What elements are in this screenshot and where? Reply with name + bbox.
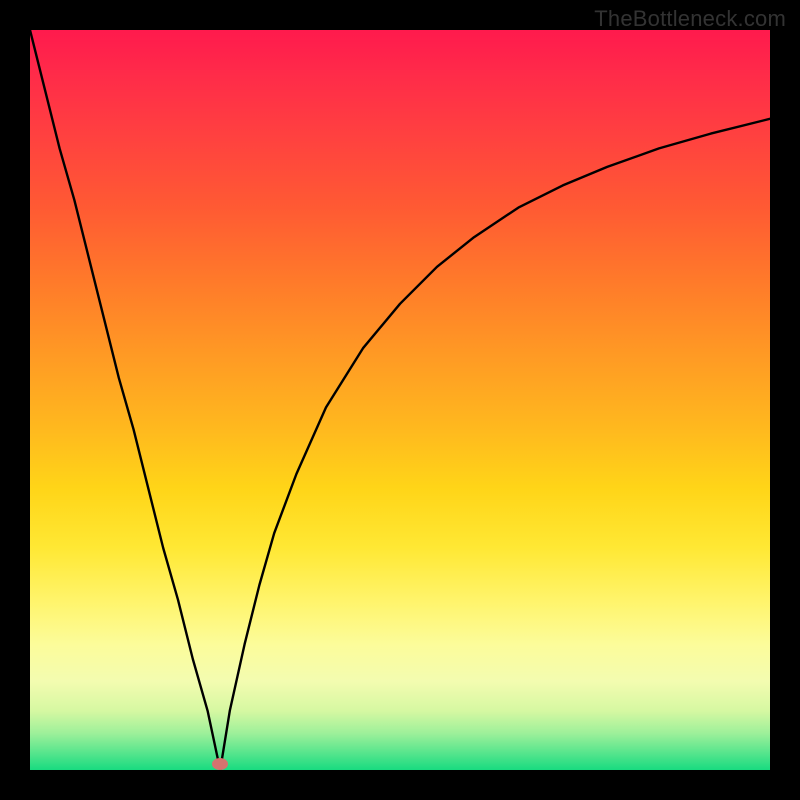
chart-stage: TheBottleneck.com — [0, 0, 800, 800]
curve-right-branch — [220, 119, 770, 770]
minimum-marker — [212, 758, 228, 770]
curve-svg — [30, 30, 770, 770]
plot-area — [30, 30, 770, 770]
curve-left-branch — [30, 30, 220, 770]
watermark-text: TheBottleneck.com — [594, 6, 786, 32]
